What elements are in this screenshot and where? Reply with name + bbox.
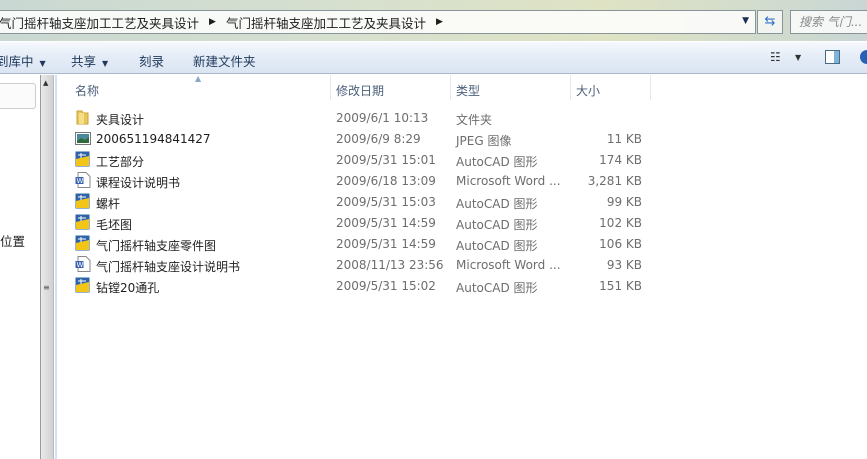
file-row[interactable]: 毛坯图 2009/5/31 14:59 AutoCAD 图形 102 KB (75, 213, 655, 234)
file-type: AutoCAD 图形 (456, 155, 538, 169)
file-row[interactable]: 夹具设计 2009/6/1 10:13 文件夹 (75, 108, 655, 129)
share-button[interactable]: 共享 ▼ (71, 51, 108, 70)
dwg-icon (75, 151, 90, 167)
file-row[interactable]: 螺杆 2009/5/31 15:03 AutoCAD 图形 99 KB (75, 192, 655, 213)
svg-text:W: W (77, 261, 84, 269)
chevron-down-icon: ▼ (102, 59, 109, 68)
view-options-icon[interactable]: ☷ (770, 50, 781, 64)
file-size: 106 KB (599, 237, 642, 251)
breadcrumb-chevron-icon[interactable]: ▶ (209, 17, 216, 27)
refresh-button[interactable]: ⇆ (757, 10, 783, 34)
column-header-type[interactable]: 类型 (456, 82, 480, 99)
column-separator[interactable] (650, 75, 651, 100)
file-date: 2009/6/9 8:29 (336, 132, 421, 146)
address-bar[interactable]: 气门摇杆轴支座加工工艺及夹具设计 ▶ 气门摇杆轴支座加工工艺及夹具设计 ▶ ▼ (0, 10, 756, 34)
file-date: 2009/5/31 15:01 (336, 153, 436, 167)
burn-button[interactable]: 刻录 (139, 51, 164, 70)
column-separator[interactable] (450, 75, 451, 100)
view-dropdown-icon[interactable]: ▼ (795, 53, 801, 62)
help-icon[interactable] (860, 50, 867, 64)
word-icon: W (75, 256, 91, 272)
share-label: 共享 (71, 54, 97, 69)
new-folder-button[interactable]: 新建文件夹 (193, 51, 256, 70)
file-date: 2009/5/31 15:02 (336, 279, 436, 293)
file-size: 151 KB (599, 279, 642, 293)
file-size: 102 KB (599, 216, 642, 230)
scroll-grip-icon[interactable]: ≡ (43, 284, 50, 292)
file-row[interactable]: W 气门摇杆轴支座设计说明书 2008/11/13 23:56 Microsof… (75, 255, 655, 276)
file-date: 2009/5/31 14:59 (336, 237, 436, 251)
pane-divider[interactable] (55, 75, 57, 459)
breadcrumb-chevron-icon[interactable]: ▶ (436, 17, 443, 27)
file-date: 2009/6/18 13:09 (336, 174, 436, 188)
address-dropdown-icon[interactable]: ▼ (742, 16, 749, 26)
file-type: Microsoft Word ... (456, 258, 561, 272)
file-type: Microsoft Word ... (456, 174, 561, 188)
file-row[interactable]: 钻镗20通孔 2009/5/31 15:02 AutoCAD 图形 151 KB (75, 276, 655, 297)
file-type: JPEG 图像 (456, 134, 512, 148)
scroll-up-icon[interactable]: ▲ (43, 79, 48, 87)
file-size: 3,281 KB (587, 174, 642, 188)
file-name[interactable]: 毛坯图 (96, 216, 132, 233)
file-row[interactable]: W 课程设计说明书 2009/6/18 13:09 Microsoft Word… (75, 171, 655, 192)
breadcrumb-item[interactable]: 气门摇杆轴支座加工工艺及夹具设计 (0, 13, 199, 32)
file-name[interactable]: 工艺部分 (96, 153, 144, 170)
file-date: 2009/5/31 14:59 (336, 216, 436, 230)
file-date: 2009/5/31 15:03 (336, 195, 436, 209)
file-name[interactable]: 气门摇杆轴支座设计说明书 (96, 258, 240, 275)
preview-pane-icon[interactable] (825, 50, 840, 64)
navigation-pane: 位置 ) (0, 75, 40, 459)
folder-icon (75, 109, 90, 125)
svg-text:W: W (77, 177, 84, 185)
file-date: 2009/6/1 10:13 (336, 111, 429, 125)
column-header-size[interactable]: 大小 (576, 82, 600, 99)
column-header-name[interactable]: 名称 (75, 82, 99, 99)
column-header-row: ▲ 名称 修改日期 类型 大小 (57, 74, 867, 100)
file-type: AutoCAD 图形 (456, 239, 538, 253)
image-icon (75, 130, 91, 146)
include-library-button[interactable]: 到库中 ▼ (0, 51, 46, 70)
file-size: 11 KB (606, 132, 642, 146)
column-header-date[interactable]: 修改日期 (336, 82, 384, 99)
file-name[interactable]: 气门摇杆轴支座零件图 (96, 237, 216, 254)
breadcrumb-item[interactable]: 气门摇杆轴支座加工工艺及夹具设计 (226, 13, 426, 32)
column-separator[interactable] (570, 75, 571, 100)
word-icon: W (75, 172, 91, 188)
command-bar: 到库中 ▼ 共享 ▼ 刻录 新建文件夹 ☷ ▼ (0, 42, 867, 74)
file-row[interactable]: 200651194841427 2009/6/9 8:29 JPEG 图像 11… (75, 129, 655, 150)
file-size: 93 KB (606, 258, 642, 272)
file-size: 174 KB (599, 153, 642, 167)
dwg-icon (75, 277, 90, 293)
file-name[interactable]: 200651194841427 (96, 132, 211, 146)
file-row[interactable]: 工艺部分 2009/5/31 15:01 AutoCAD 图形 174 KB (75, 150, 655, 171)
nav-scrollbar[interactable]: ▲ ≡ (40, 75, 54, 459)
file-name[interactable]: 夹具设计 (96, 111, 144, 128)
file-name[interactable]: 螺杆 (96, 195, 120, 212)
chevron-down-icon: ▼ (39, 59, 46, 68)
nav-selected-item[interactable] (0, 83, 36, 109)
nav-item[interactable]: 位置 (0, 231, 25, 250)
file-type: AutoCAD 图形 (456, 197, 538, 211)
file-name[interactable]: 钻镗20通孔 (96, 279, 159, 296)
file-date: 2008/11/13 23:56 (336, 258, 444, 272)
file-type: AutoCAD 图形 (456, 218, 538, 232)
file-size: 99 KB (606, 195, 642, 209)
window-titlebar-area: 气门摇杆轴支座加工工艺及夹具设计 ▶ 气门摇杆轴支座加工工艺及夹具设计 ▶ ▼ … (0, 0, 867, 41)
file-row[interactable]: 气门摇杆轴支座零件图 2009/5/31 14:59 AutoCAD 图形 10… (75, 234, 655, 255)
file-type: 文件夹 (456, 113, 493, 127)
file-type: AutoCAD 图形 (456, 281, 538, 295)
search-input[interactable]: 搜索 气门... (790, 10, 867, 34)
dwg-icon (75, 235, 90, 251)
column-separator[interactable] (330, 75, 331, 100)
sort-ascending-icon: ▲ (195, 74, 202, 83)
dwg-icon (75, 214, 90, 230)
file-name[interactable]: 课程设计说明书 (96, 174, 180, 191)
dwg-icon (75, 193, 90, 209)
include-library-label: 到库中 (0, 54, 34, 69)
